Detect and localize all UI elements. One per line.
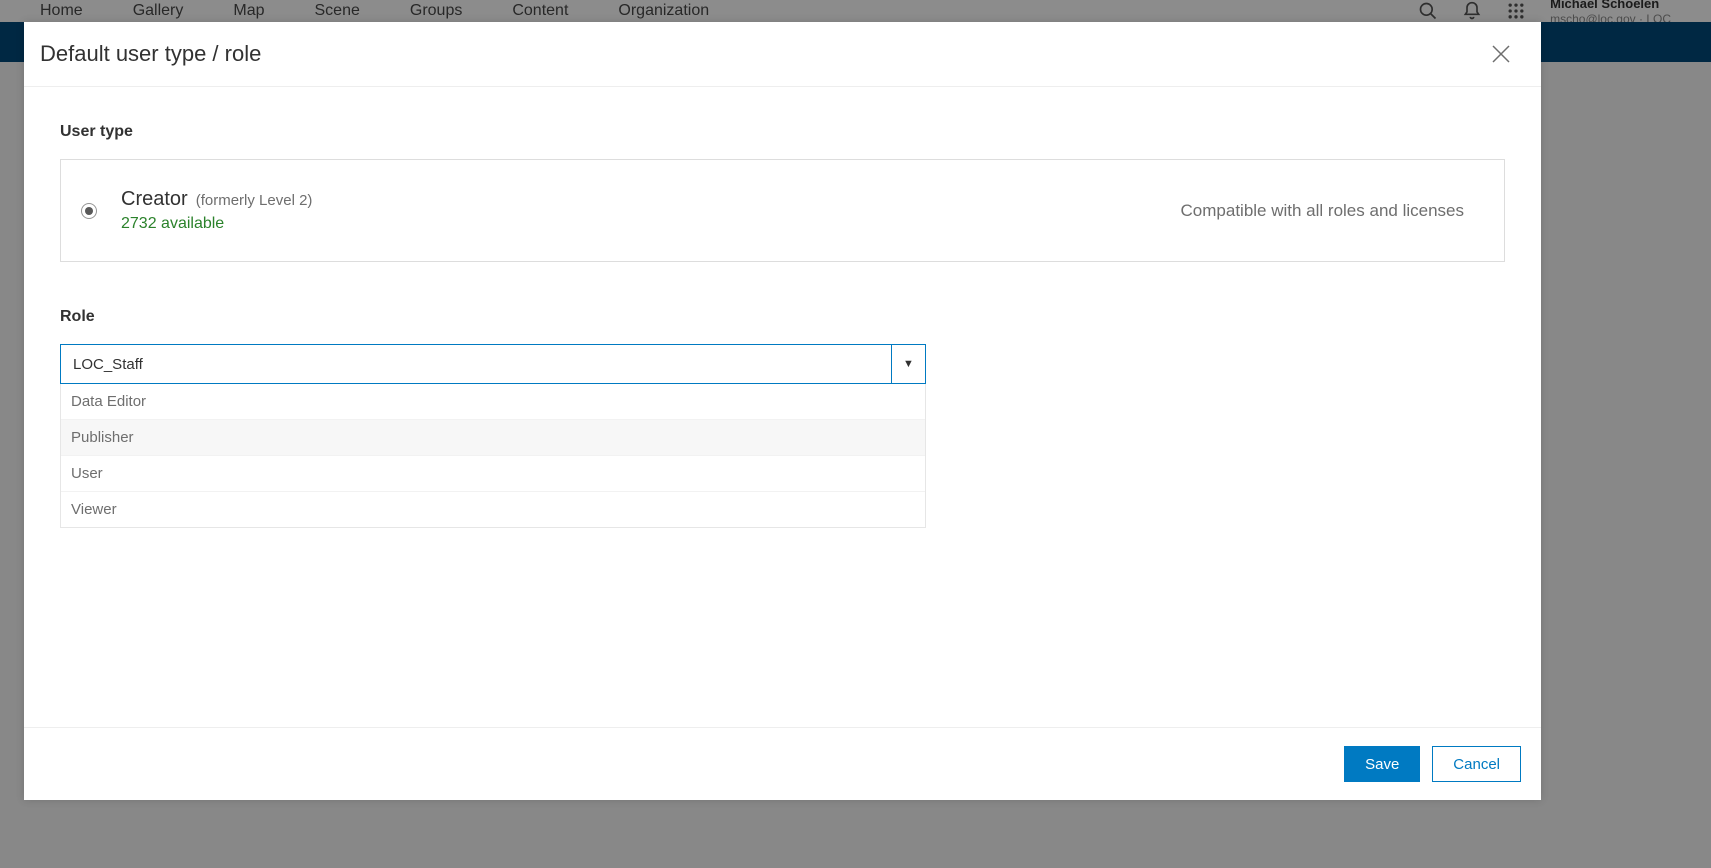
user-type-card[interactable]: Creator (formerly Level 2) 2732 availabl…	[60, 159, 1505, 262]
default-user-type-modal: Default user type / role User type Creat…	[24, 22, 1541, 800]
role-option[interactable]: Publisher	[61, 420, 925, 456]
role-option[interactable]: Viewer	[61, 492, 925, 527]
chevron-down-icon: ▼	[891, 345, 925, 383]
role-selected-value: LOC_Staff	[61, 345, 891, 383]
role-options-list: Data Editor Publisher User Viewer	[60, 384, 926, 528]
role-label: Role	[60, 308, 1505, 326]
role-select[interactable]: LOC_Staff ▼ Data Editor Publisher User V…	[60, 344, 926, 528]
user-type-info: Creator (formerly Level 2) 2732 availabl…	[121, 188, 312, 233]
radio-selected-icon	[85, 207, 93, 215]
modal-body: User type Creator (formerly Level 2) 273…	[24, 87, 1541, 727]
role-select-toggle[interactable]: LOC_Staff ▼	[60, 344, 926, 384]
user-type-label: User type	[60, 123, 1505, 141]
modal-header: Default user type / role	[24, 22, 1541, 87]
role-option[interactable]: Data Editor	[61, 384, 925, 420]
role-option[interactable]: User	[61, 456, 925, 492]
user-type-subtitle: (formerly Level 2)	[196, 192, 313, 209]
modal-title: Default user type / role	[40, 41, 261, 67]
cancel-button[interactable]: Cancel	[1432, 746, 1521, 782]
close-button[interactable]	[1485, 38, 1517, 70]
modal-footer: Save Cancel	[24, 727, 1541, 800]
user-type-title: Creator	[121, 188, 188, 211]
close-icon	[1489, 42, 1513, 66]
user-type-radio[interactable]	[81, 203, 97, 219]
user-type-available: 2732 available	[121, 215, 312, 233]
user-type-compat: Compatible with all roles and licenses	[1181, 201, 1464, 221]
save-button[interactable]: Save	[1344, 746, 1420, 782]
